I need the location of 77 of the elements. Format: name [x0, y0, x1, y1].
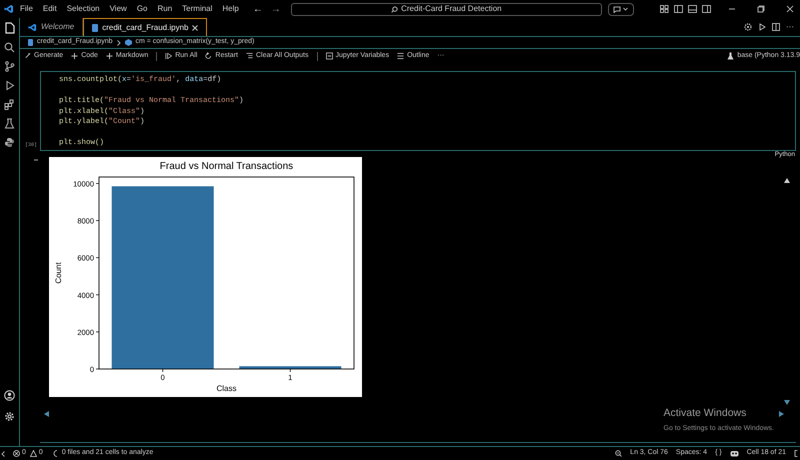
search-icon[interactable] — [4, 42, 15, 53]
axis-label: Class — [216, 384, 236, 393]
clear-icon — [246, 52, 253, 60]
chat-button[interactable] — [608, 2, 634, 16]
close-icon[interactable] — [786, 5, 794, 13]
axis-label: Count — [54, 262, 63, 284]
secondary-sidebar-icon[interactable] — [702, 5, 711, 13]
search-icon — [391, 6, 398, 12]
tick-mark — [96, 220, 100, 221]
menu-item[interactable]: View — [110, 3, 127, 15]
tick-mark — [96, 183, 100, 184]
layout-icon[interactable] — [660, 5, 669, 13]
tick-mark — [96, 257, 100, 258]
forward-icon[interactable]: → — [270, 2, 281, 16]
menu-item[interactable]: Go — [136, 3, 148, 15]
tick-mark — [96, 294, 100, 296]
python-icon[interactable] — [4, 137, 15, 148]
spinner-icon — [52, 450, 58, 457]
caret-icon — [623, 7, 628, 11]
panel-toggle-icon[interactable] — [688, 5, 697, 13]
split-editor-icon[interactable] — [772, 23, 780, 31]
app-logo-icon — [28, 22, 37, 32]
app-logo-icon — [4, 4, 14, 14]
menu-item[interactable]: File — [20, 3, 33, 15]
editor-tab[interactable]: credit_card_Fraud.ipynb — [83, 18, 208, 36]
flask-icon[interactable] — [4, 118, 15, 129]
gear-icon[interactable] — [744, 23, 752, 31]
menu-item[interactable]: Help — [222, 3, 239, 15]
account-icon[interactable] — [4, 390, 15, 401]
tab-label: Welcome — [41, 21, 74, 33]
run-debug-icon[interactable] — [4, 80, 15, 91]
copilot-icon[interactable] — [730, 450, 739, 457]
menu-item[interactable]: Selection — [66, 3, 100, 15]
scroll-down-icon[interactable] — [784, 400, 790, 405]
close-icon[interactable] — [192, 24, 198, 30]
chart-title: Fraud vs Normal Transactions — [160, 161, 294, 172]
notice-title: Activate Windows — [664, 406, 748, 421]
zoom-icon[interactable] — [615, 450, 622, 457]
warning-icon — [30, 450, 37, 457]
plus-icon — [106, 52, 113, 60]
editor-tab[interactable]: Welcome — [20, 18, 84, 36]
notebook-icon — [92, 24, 98, 32]
tick-mark — [96, 368, 100, 370]
more-icon[interactable]: ··· — [786, 21, 794, 33]
flask-icon — [727, 52, 734, 60]
extensions-icon[interactable] — [4, 99, 15, 110]
source-control-icon[interactable] — [4, 61, 15, 72]
cube-icon — [124, 39, 132, 46]
files-icon[interactable] — [4, 22, 15, 34]
restart-icon — [205, 52, 212, 60]
menu-item[interactable]: Run — [157, 3, 172, 15]
list-icon — [397, 52, 404, 60]
scroll-up-icon[interactable] — [784, 178, 790, 183]
back-icon[interactable]: ← — [252, 2, 263, 16]
tick-mark — [290, 368, 291, 372]
collapse-output-icon[interactable] — [34, 159, 38, 162]
menu-item[interactable]: Edit — [42, 3, 57, 15]
sidebar-toggle-icon[interactable] — [674, 5, 683, 13]
chevron-icon — [116, 40, 120, 46]
tick-mark — [162, 368, 164, 372]
restore-icon[interactable] — [757, 5, 765, 13]
error-icon — [13, 450, 20, 457]
run-all-icon — [165, 52, 172, 60]
search-field[interactable]: Credit-Card Fraud Detection — [290, 2, 602, 16]
remote-icon[interactable] — [1, 450, 5, 456]
run-icon[interactable] — [758, 23, 766, 31]
scroll-left-icon[interactable] — [44, 411, 49, 417]
notifications-icon[interactable] — [794, 450, 798, 457]
settings-icon[interactable] — [4, 411, 15, 422]
scroll-right-icon[interactable] — [779, 411, 784, 417]
search-value: Credit-Card Fraud Detection — [401, 3, 502, 15]
plus-icon — [71, 52, 78, 60]
chat-icon — [613, 6, 622, 12]
tab-label: credit_card_Fraud.ipynb — [102, 22, 188, 34]
menu-item[interactable]: Terminal — [182, 3, 212, 15]
notebook-icon — [28, 39, 33, 46]
variables-icon — [326, 52, 332, 60]
